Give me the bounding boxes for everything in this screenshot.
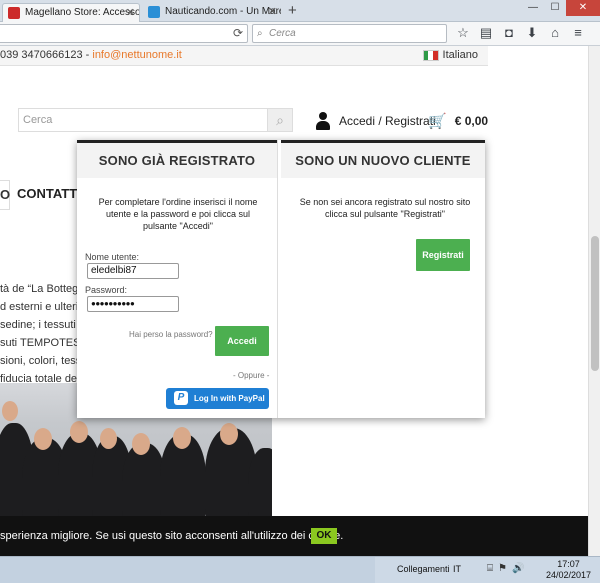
close-tab-icon[interactable]: ✕ [268,3,277,21]
minimize-button[interactable]: — [522,0,544,16]
or-separator: - Oppure - [233,371,270,380]
site-search-placeholder: Cerca [23,114,53,126]
language-selector[interactable]: Italiano [422,46,478,65]
menu-item-contatti[interactable]: CONTATT [17,180,77,210]
taskbar-links-toolbar[interactable]: Collegamenti [397,564,450,574]
forgot-password-link[interactable]: Hai perso la password? [129,330,213,339]
paypal-button-label: Log In with PayPal [194,394,265,403]
site-search-input[interactable]: Cerca [18,108,270,132]
star-icon[interactable]: ☆ [455,25,471,41]
registered-instructions: Per completare l'ordine inserisci il nom… [98,197,258,231]
download-icon[interactable]: ⬇ [524,25,540,41]
input-language-indicator[interactable]: IT [453,564,461,574]
account-link-label: Accedi / Registrati [339,114,436,128]
system-tray: ⌸ ⚑ 🔊 [487,563,524,574]
search-icon: ⌕ [276,112,284,128]
phone-number: 039 3470666123 - [0,49,93,61]
browser-tab-magellano[interactable]: Magellano Store: Accessori... ✕ [2,3,140,22]
body-line: tà de “La Bottega [0,283,80,295]
register-button[interactable]: Registrati [416,239,470,271]
clock-time: 17:07 [557,559,580,569]
cookie-banner: sperienza migliore. Se usi questo sito a… [0,516,600,556]
cookie-message: sperienza migliore. Se usi questo sito a… [0,530,344,542]
registered-customer-panel: SONO GIÀ REGISTRATO Per completare l'ord… [77,140,278,418]
browser-tab-nauticando[interactable]: Nauticando.com - Un Mare... ✕ [143,3,281,22]
flag-icon[interactable]: ⚑ [498,563,507,574]
menu-icon[interactable]: ≡ [570,25,586,41]
new-tab-button[interactable]: + [288,2,297,19]
new-customer-instructions: Se non sei ancora registrato sul nostro … [299,197,471,219]
body-line: sioni, colori, tess [0,355,80,367]
browser-search-input[interactable]: ⌕ Cerca [252,24,447,43]
window-controls: — ☐ ✕ [522,0,600,16]
maximize-button[interactable]: ☐ [544,0,566,16]
browser-toolbar-icons: ☆ ▤ ◘ ⬇ ⌂ ≡ [455,25,586,41]
password-field[interactable]: ●●●●●●●●●● [87,296,179,312]
url-bar[interactable]: ⟳ [0,24,248,43]
password-label: Password: [85,285,128,295]
cookie-ok-button[interactable]: OK [311,528,337,544]
contact-bar: 039 3470666123 - info@nettunome.it Itali… [0,46,488,66]
new-customer-panel: SONO UN NUOVO CLIENTE Se non sei ancora … [281,140,485,418]
paypal-icon: P [174,391,188,405]
cart-total: € 0,00 [454,114,489,128]
volume-icon[interactable]: 🔊 [512,563,524,574]
login-button[interactable]: Accedi [215,326,269,356]
browser-nav-bar: ⟳ ⌕ Cerca ☆ ▤ ◘ ⬇ ⌂ ≡ [0,22,600,46]
user-icon [315,112,331,130]
registered-title: SONO GIÀ REGISTRATO [77,140,277,178]
favicon-icon [8,7,20,19]
body-line: suti TEMPOTEST [0,337,80,349]
new-customer-title: SONO UN NUOVO CLIENTE [281,140,485,178]
pocket-icon[interactable]: ◘ [501,25,517,41]
menu-item-partial[interactable]: O [0,180,10,210]
page-scrollbar[interactable] [588,46,600,556]
taskbar-apps-area [0,557,375,583]
paypal-login-button[interactable]: P Log In with PayPal [166,388,269,409]
scrollbar-thumb[interactable] [591,236,599,371]
body-text: tà de “La Bottega d esterni e ulteri sed… [0,280,80,388]
tab-title: Nauticando.com - Un Mare... [165,6,281,17]
cart-link[interactable]: 🛒 € 0,00 [428,112,488,130]
cart-icon: 🛒 [428,113,447,130]
tab-title: Magellano Store: Accessori... [25,7,139,18]
username-field[interactable]: eledelbi87 [87,263,179,279]
username-label: Nome utente: [85,252,140,262]
email-link[interactable]: info@nettunome.it [92,49,181,61]
italian-flag-icon [422,50,439,61]
body-line: sedine; i tessuti c [0,319,80,331]
browser-tab-bar: Magellano Store: Accessori... ✕ Nautican… [0,0,600,22]
network-icon[interactable]: ⌸ [487,563,493,574]
browser-search-placeholder: Cerca [269,28,296,39]
system-clock[interactable]: 17:07 24/02/2017 [546,559,591,581]
close-window-button[interactable]: ✕ [566,0,600,16]
body-line: d esterni e ulteri [0,301,79,313]
close-tab-icon[interactable]: ✕ [126,4,135,22]
site-search-button[interactable]: ⌕ [267,108,293,132]
language-label: Italiano [442,49,478,61]
home-icon[interactable]: ⌂ [547,25,563,41]
reload-icon[interactable]: ⟳ [233,26,243,40]
favicon-icon [148,6,160,18]
account-link[interactable]: Accedi / Registrati [315,112,436,130]
login-popup: SONO GIÀ REGISTRATO Per completare l'ord… [77,140,485,418]
search-icon: ⌕ [257,28,263,39]
taskbar: Collegamenti IT ⌸ ⚑ 🔊 17:07 24/02/2017 [0,556,600,583]
clock-date: 24/02/2017 [546,570,592,580]
reading-list-icon[interactable]: ▤ [478,25,494,41]
